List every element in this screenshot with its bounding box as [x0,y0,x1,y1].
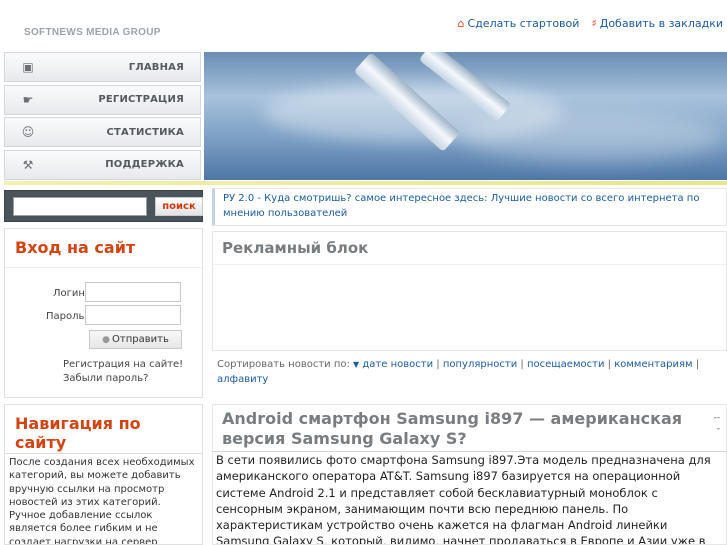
sort-by-visits[interactable]: посещаемости [527,359,605,370]
search-box: поиск [4,190,203,222]
login-title: Вход на сайт [15,238,136,257]
menu-item-register[interactable]: ☛ РЕГИСТРАЦИЯ [4,84,201,115]
sort-by-date[interactable]: дате новости [362,359,433,370]
submit-button[interactable]: ● Отправить [89,330,182,349]
ad-block: Рекламный блок [212,231,727,351]
article-title[interactable]: Android смартфон Samsung i897 — американ… [222,409,702,449]
register-link[interactable]: Регистрация на сайте! [63,359,183,370]
bookmark-icon: ♯ [591,17,597,30]
divider [213,264,726,265]
users-icon: ☺ [21,125,35,139]
menu-item-label: ПОДДЕРЖКА [105,159,184,170]
register-icon: ☛ [22,92,34,107]
article-meta-line: -- [713,413,721,423]
article-meta-line: - [716,424,720,434]
page: SOFTNEWS MEDIA GROUP ⌂ Сделать стартовой… [0,0,727,545]
menu-item-stats[interactable]: ☺ СТАТИСТИКА [4,117,201,147]
menu-item-label: СТАТИСТИКА [106,126,184,138]
sort-by-popularity[interactable]: популярности [443,359,517,370]
home-icon: ▣ [22,60,34,74]
top-links: ⌂ Сделать стартовой ♯ Добавить в закладк… [458,17,723,30]
news-ticker[interactable]: РУ 2.0 - Куда смотришь? самое интересное… [212,188,727,226]
news-article: Android смартфон Samsung i897 — американ… [212,404,727,545]
sort-direction-icon[interactable]: ▼ [353,360,359,369]
main-menu: ▣ ГЛАВНАЯ ☛ РЕГИСТРАЦИЯ ☺ СТАТИСТИКА ⚒ П… [4,52,201,182]
submit-label: Отправить [112,334,169,345]
sort-by-comments[interactable]: комментариям [614,359,692,370]
login-label: Логин [53,288,85,299]
divider [5,267,202,268]
header-banner [204,52,727,180]
brand-logo: SOFTNEWS MEDIA GROUP [24,27,161,38]
password-label: Пароль [46,311,85,322]
bookmark-link[interactable]: ♯ Добавить в закладки [591,17,723,30]
header-divider [4,181,727,185]
menu-item-label: РЕГИСТРАЦИЯ [98,94,184,105]
navigation-title: Навигация по сайту [15,414,141,452]
search-button[interactable]: поиск [155,197,203,216]
home-icon: ⌂ [457,17,465,30]
sort-by-alphabet[interactable]: алфавиту [217,374,268,385]
make-home-label: Сделать стартовой [467,17,580,30]
password-field[interactable] [85,305,181,325]
login-field[interactable] [85,282,181,302]
tools-icon: ⚒ [22,157,34,172]
login-panel: Вход на сайт Логин Пароль ● Отправить Рег… [4,228,203,398]
ad-block-title: Рекламный блок [222,239,369,257]
navigation-panel: Навигация по сайту После создания всех н… [4,404,203,545]
banner-cloud [464,112,724,162]
navigation-text: После создания всех необходимых категори… [9,457,195,545]
bookmark-label: Добавить в закладки [599,17,723,30]
search-input[interactable] [13,197,147,216]
article-meta: -- - [714,413,721,435]
menu-item-label: ГЛАВНАЯ [128,61,184,73]
divider [5,453,202,454]
forgot-password-link[interactable]: Забыли пароль? [63,373,148,384]
sort-bar: Сортировать новости по: ▼ дате новости |… [217,359,700,385]
article-body: В сети появились фото смартфона Samsung … [216,453,711,545]
key-icon: ● [102,335,111,345]
sort-prefix: Сортировать новости по: [217,359,350,370]
menu-item-support[interactable]: ⚒ ПОДДЕРЖКА [4,149,201,180]
menu-item-home[interactable]: ▣ ГЛАВНАЯ [4,52,201,82]
make-home-link[interactable]: ⌂ Сделать стартовой [458,17,580,30]
